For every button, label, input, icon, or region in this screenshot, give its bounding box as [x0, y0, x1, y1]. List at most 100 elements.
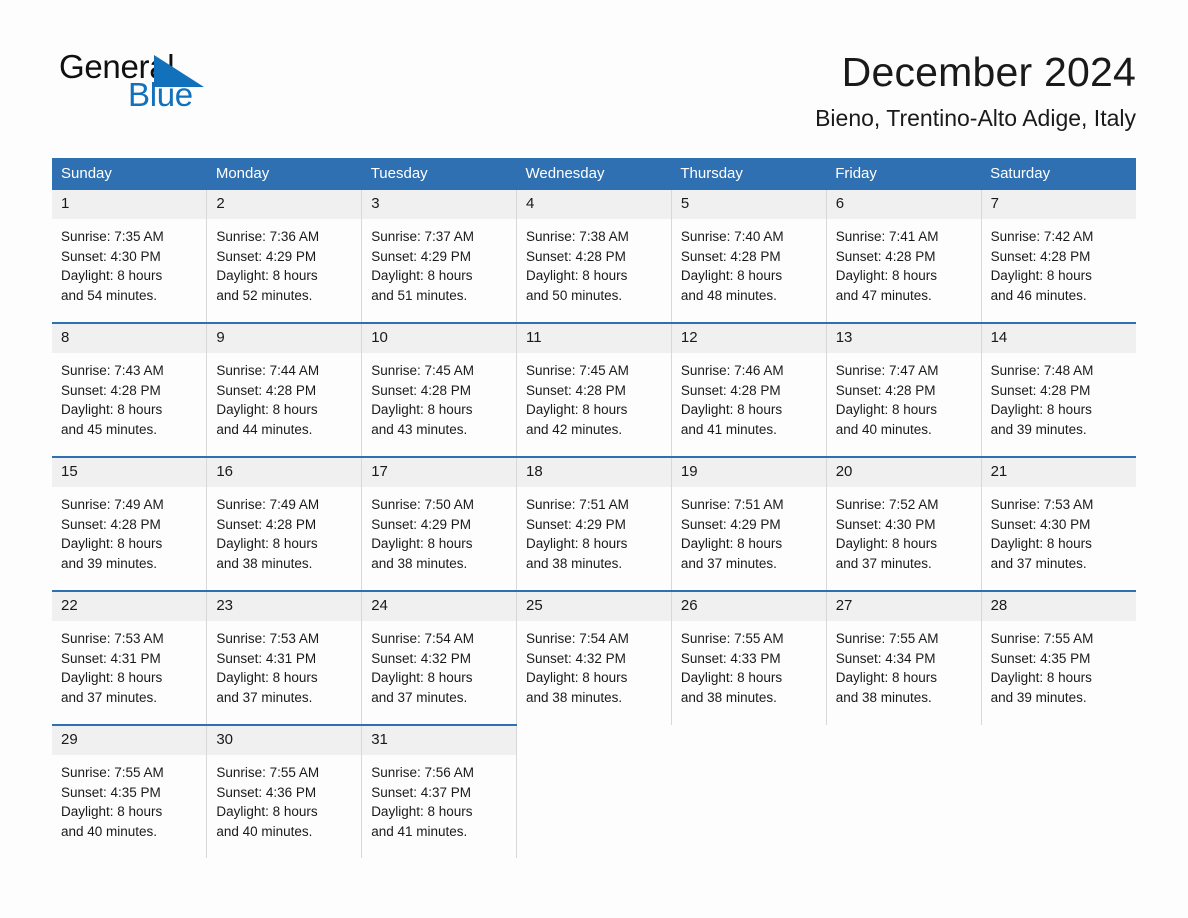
day-cell[interactable]: 1 Sunrise: 7:35 AM Sunset: 4:30 PM Dayli… [52, 190, 208, 323]
sunrise-text: Sunrise: 7:55 AM [835, 631, 939, 646]
day-cell[interactable]: 14 Sunrise: 7:48 AM Sunset: 4:28 PM Dayl… [981, 322, 1136, 457]
daylight-text-line1: Daylight: 8 hours [835, 268, 938, 284]
day-cell[interactable]: 28 Sunrise: 7:55 AM Sunset: 4:35 PM Dayl… [981, 590, 1136, 725]
day-cell[interactable]: 17 Sunrise: 7:50 AM Sunset: 4:29 PM Dayl… [361, 456, 518, 591]
daylight-text-line2: and 38 minutes. [526, 555, 623, 571]
day-cell[interactable]: 11 Sunrise: 7:45 AM Sunset: 4:28 PM Dayl… [516, 322, 672, 457]
daylight-text-line1: Daylight: 8 hours [371, 536, 473, 552]
day-detail: Sunrise: 7:44 AM Sunset: 4:28 PM Dayligh… [207, 353, 361, 439]
day-cell[interactable]: 23 Sunrise: 7:53 AM Sunset: 4:31 PM Dayl… [206, 590, 363, 725]
day-number: 22 [52, 592, 207, 621]
sunrise-text: Sunrise: 7:51 AM [526, 497, 629, 512]
weekday-header-tuesday: Tuesday [361, 158, 517, 190]
sunrise-text: Sunrise: 7:47 AM [835, 363, 939, 378]
sunrise-text: Sunrise: 7:44 AM [216, 363, 320, 378]
sunset-text: Sunset: 4:32 PM [371, 650, 471, 666]
sunset-text: Sunset: 4:32 PM [526, 650, 626, 666]
day-cell[interactable]: 10 Sunrise: 7:45 AM Sunset: 4:28 PM Dayl… [361, 322, 518, 457]
sunset-text: Sunset: 4:29 PM [526, 516, 626, 532]
daylight-text-line2: and 44 minutes. [216, 421, 313, 437]
sunset-text: Sunset: 4:29 PM [216, 248, 317, 264]
day-cell[interactable]: 22 Sunrise: 7:53 AM Sunset: 4:31 PM Dayl… [52, 590, 208, 725]
day-cell[interactable]: 21 Sunrise: 7:53 AM Sunset: 4:30 PM Dayl… [981, 456, 1136, 591]
location-subtitle: Bieno, Trentino-Alto Adige, Italy [815, 105, 1136, 131]
day-cell[interactable]: 20 Sunrise: 7:52 AM Sunset: 4:30 PM Dayl… [826, 456, 982, 591]
day-cell[interactable]: 13 Sunrise: 7:47 AM Sunset: 4:28 PM Dayl… [826, 322, 982, 457]
day-cell[interactable]: 4 Sunrise: 7:38 AM Sunset: 4:28 PM Dayli… [516, 190, 672, 323]
day-cell[interactable]: 24 Sunrise: 7:54 AM Sunset: 4:32 PM Dayl… [361, 590, 518, 725]
day-cell[interactable]: 5 Sunrise: 7:40 AM Sunset: 4:28 PM Dayli… [671, 190, 827, 323]
day-cell[interactable]: 12 Sunrise: 7:46 AM Sunset: 4:28 PM Dayl… [671, 322, 827, 457]
day-detail: Sunrise: 7:49 AM Sunset: 4:28 PM Dayligh… [207, 487, 361, 573]
daylight-text-line1: Daylight: 8 hours [990, 536, 1092, 552]
day-cell[interactable]: 2 Sunrise: 7:36 AM Sunset: 4:29 PM Dayli… [206, 190, 363, 323]
calendar-week-row: 8 Sunrise: 7:43 AM Sunset: 4:28 PM Dayli… [52, 322, 1136, 457]
day-number: 10 [362, 324, 517, 353]
day-cell[interactable]: 25 Sunrise: 7:54 AM Sunset: 4:32 PM Dayl… [516, 590, 672, 725]
sunset-text: Sunset: 4:29 PM [371, 516, 471, 532]
day-number: 15 [52, 458, 207, 487]
day-number: 20 [826, 458, 981, 487]
day-number: 13 [826, 324, 981, 353]
day-number: 11 [517, 324, 671, 353]
day-cell[interactable]: 3 Sunrise: 7:37 AM Sunset: 4:29 PM Dayli… [361, 190, 518, 323]
daylight-text-line2: and 42 minutes. [526, 421, 623, 437]
day-number: 12 [671, 324, 826, 353]
day-detail: Sunrise: 7:53 AM Sunset: 4:31 PM Dayligh… [52, 621, 206, 707]
sunrise-text: Sunrise: 7:55 AM [61, 765, 164, 780]
day-number: 2 [207, 190, 362, 219]
sunset-text: Sunset: 4:30 PM [835, 516, 936, 532]
day-cell[interactable]: 26 Sunrise: 7:55 AM Sunset: 4:33 PM Dayl… [671, 590, 827, 725]
daylight-text-line1: Daylight: 8 hours [526, 536, 628, 552]
sunset-text: Sunset: 4:33 PM [680, 650, 781, 666]
daylight-text-line2: and 38 minutes. [216, 555, 313, 571]
day-number: 21 [981, 458, 1136, 487]
day-cell[interactable]: 7 Sunrise: 7:42 AM Sunset: 4:28 PM Dayli… [981, 190, 1136, 323]
brand-logo[interactable]: General Blue [59, 50, 319, 120]
day-detail: Sunrise: 7:43 AM Sunset: 4:28 PM Dayligh… [52, 353, 206, 439]
day-number: 24 [362, 592, 517, 621]
sunrise-text: Sunrise: 7:46 AM [680, 363, 784, 378]
daylight-text-line1: Daylight: 8 hours [680, 402, 783, 418]
daylight-text-line1: Daylight: 8 hours [835, 670, 938, 686]
daylight-text-line1: Daylight: 8 hours [216, 670, 318, 686]
day-cell[interactable]: 6 Sunrise: 7:41 AM Sunset: 4:28 PM Dayli… [826, 190, 982, 323]
day-detail: Sunrise: 7:37 AM Sunset: 4:29 PM Dayligh… [362, 219, 516, 305]
calendar-week-row: 1 Sunrise: 7:35 AM Sunset: 4:30 PM Dayli… [52, 190, 1136, 323]
day-detail: Sunrise: 7:45 AM Sunset: 4:28 PM Dayligh… [362, 353, 516, 439]
sunrise-text: Sunrise: 7:41 AM [835, 229, 939, 244]
day-cell[interactable]: 18 Sunrise: 7:51 AM Sunset: 4:29 PM Dayl… [516, 456, 672, 591]
day-cell[interactable]: 19 Sunrise: 7:51 AM Sunset: 4:29 PM Dayl… [671, 456, 827, 591]
day-detail: Sunrise: 7:55 AM Sunset: 4:35 PM Dayligh… [982, 621, 1136, 707]
daylight-text-line2: and 40 minutes. [61, 823, 158, 839]
daylight-text-line1: Daylight: 8 hours [216, 804, 318, 820]
sunset-text: Sunset: 4:28 PM [61, 516, 161, 532]
daylight-text-line1: Daylight: 8 hours [61, 268, 163, 284]
day-cell[interactable]: 9 Sunrise: 7:44 AM Sunset: 4:28 PM Dayli… [206, 322, 363, 457]
sunset-text: Sunset: 4:29 PM [680, 516, 781, 532]
weekday-header-wednesday: Wednesday [516, 158, 672, 190]
daylight-text-line2: and 37 minutes. [371, 689, 468, 705]
day-cell[interactable]: 31 Sunrise: 7:56 AM Sunset: 4:37 PM Dayl… [361, 724, 518, 858]
calendar-week-row: 29 Sunrise: 7:55 AM Sunset: 4:35 PM Dayl… [52, 724, 1136, 858]
daylight-text-line1: Daylight: 8 hours [216, 402, 318, 418]
daylight-text-line1: Daylight: 8 hours [990, 670, 1092, 686]
day-cell[interactable]: 29 Sunrise: 7:55 AM Sunset: 4:35 PM Dayl… [52, 724, 208, 858]
day-cell[interactable]: 16 Sunrise: 7:49 AM Sunset: 4:28 PM Dayl… [206, 456, 363, 591]
brand-name-blue: Blue [128, 76, 193, 113]
sunrise-sunset-calendar: Sunday Monday Tuesday Wednesday Thursday… [52, 158, 1136, 858]
day-detail: Sunrise: 7:46 AM Sunset: 4:28 PM Dayligh… [672, 353, 826, 439]
sunrise-text: Sunrise: 7:48 AM [990, 363, 1094, 378]
day-cell[interactable]: 15 Sunrise: 7:49 AM Sunset: 4:28 PM Dayl… [52, 456, 208, 591]
sunrise-text: Sunrise: 7:42 AM [990, 229, 1094, 244]
sunrise-text: Sunrise: 7:56 AM [371, 765, 474, 780]
sunset-text: Sunset: 4:30 PM [990, 516, 1091, 532]
day-cell[interactable]: 30 Sunrise: 7:55 AM Sunset: 4:36 PM Dayl… [206, 724, 363, 858]
sunset-text: Sunset: 4:35 PM [61, 784, 161, 800]
daylight-text-line2: and 52 minutes. [216, 287, 313, 303]
sunset-text: Sunset: 4:28 PM [371, 382, 471, 398]
day-cell[interactable]: 8 Sunrise: 7:43 AM Sunset: 4:28 PM Dayli… [52, 322, 208, 457]
daylight-text-line1: Daylight: 8 hours [680, 536, 783, 552]
day-cell[interactable]: 27 Sunrise: 7:55 AM Sunset: 4:34 PM Dayl… [826, 590, 982, 725]
sunset-text: Sunset: 4:28 PM [990, 248, 1091, 264]
